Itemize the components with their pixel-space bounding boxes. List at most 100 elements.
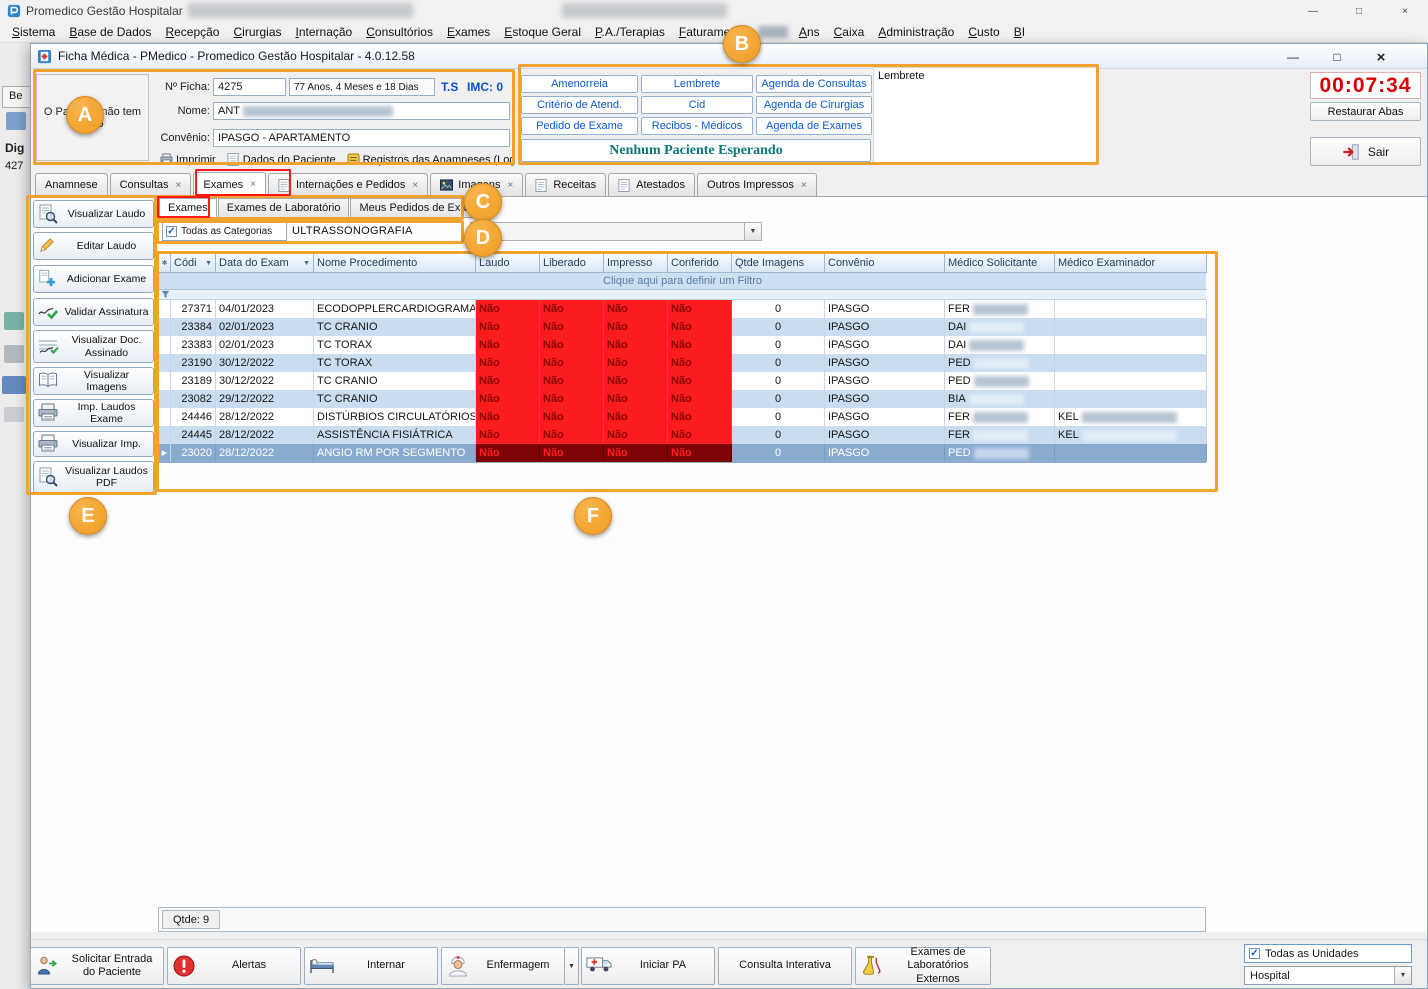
- cell-conferido: Não: [668, 336, 732, 354]
- tab-receitas[interactable]: Receitas: [525, 173, 607, 196]
- tab-anamnese[interactable]: Anamnese: [35, 173, 108, 196]
- quick-button-pedido-de-exame[interactable]: Pedido de Exame: [521, 117, 638, 135]
- tab-atestados[interactable]: Atestados: [608, 173, 696, 196]
- quick-button-agenda-de-exames[interactable]: Agenda de Exames: [756, 117, 872, 135]
- table-row[interactable]: ▶ 23020 28/12/2022 ANGIO RM POR SEGMENTO Não…: [159, 444, 1207, 462]
- table-row[interactable]: 24445 28/12/2022 ASSISTÊNCIA FISIÁTRICA Não…: [159, 426, 1207, 444]
- menu-item-consultorios[interactable]: Consultórios: [359, 24, 440, 40]
- category-combobox[interactable]: ▼: [470, 222, 762, 241]
- minimize-icon[interactable]: —: [1280, 50, 1306, 64]
- tab-internacoes-e-pedidos[interactable]: Internações e Pedidos ×: [267, 173, 429, 196]
- menu-item-custo[interactable]: Custo: [961, 24, 1006, 40]
- sidebar-button-visualizar-doc-assinado[interactable]: Visualizar Doc. Assinado: [33, 330, 154, 363]
- tab-close-icon[interactable]: ×: [412, 180, 418, 191]
- column-header-nome-procedimento[interactable]: Nome Procedimento: [314, 254, 476, 273]
- menu-item-recepcao[interactable]: Recepção: [158, 24, 226, 40]
- quick-button-cid[interactable]: Cid: [641, 96, 753, 114]
- unit-select[interactable]: Hospital ▼: [1244, 966, 1412, 985]
- subtab-exames[interactable]: Exames: [159, 198, 217, 218]
- menu-item-cirurgias[interactable]: Cirurgias: [226, 24, 288, 40]
- enfermagem-dropdown-arrow[interactable]: ▼: [565, 947, 579, 985]
- bottom-button-consulta-interativa[interactable]: Consulta Interativa: [718, 947, 852, 985]
- sidebar-button-visualizar-laudos-pdf[interactable]: Visualizar Laudos PDF: [33, 461, 154, 493]
- menu-item-estoque-geral[interactable]: Estoque Geral: [497, 24, 588, 40]
- subtab-meus-pedidos-de-exame[interactable]: Meus Pedidos de Exame: [350, 198, 491, 218]
- table-row[interactable]: 27371 04/01/2023 ECODOPPLERCARDIOGRAMA Não N…: [159, 300, 1207, 318]
- restaurar-abas-button[interactable]: Restaurar Abas: [1310, 102, 1421, 121]
- bottom-button-enfermagem[interactable]: Enfermagem: [441, 947, 565, 985]
- close-icon[interactable]: ×: [1368, 49, 1394, 66]
- table-row[interactable]: 23190 30/12/2022 TC TORAX Não Não Não Não 0 IPAS…: [159, 354, 1207, 372]
- quick-button-lembrete[interactable]: Lembrete: [641, 75, 753, 93]
- sair-button[interactable]: Sair: [1310, 137, 1421, 166]
- sidebar-button-visualizar-laudo[interactable]: Visualizar Laudo: [33, 200, 154, 228]
- menu-item-faturamento[interactable]: Faturamento: [672, 24, 754, 40]
- maximize-button[interactable]: □: [1336, 0, 1382, 22]
- tab-consultas[interactable]: Consultas ×: [109, 173, 192, 196]
- bottom-button-internar[interactable]: Internar: [304, 947, 438, 985]
- sidebar-button-visualizar-imp[interactable]: Visualizar Imp.: [33, 431, 154, 457]
- menu-item-caixa[interactable]: Caixa: [827, 24, 872, 40]
- todas-unidades-checkbox[interactable]: ✓ Todas as Unidades: [1244, 944, 1412, 963]
- quick-button-amenorreia[interactable]: Amenorreia: [521, 75, 638, 93]
- tab-close-icon[interactable]: ×: [250, 179, 256, 190]
- sidebar-button-visualizar-imagens[interactable]: Visualizar Imagens: [33, 367, 154, 395]
- cell-conferido: Não: [668, 318, 732, 336]
- menu-item-internacao[interactable]: Internação: [289, 24, 360, 40]
- close-button[interactable]: ×: [1382, 0, 1428, 22]
- dados-paciente-button[interactable]: Dados do Paciente: [227, 153, 343, 166]
- tab-exames[interactable]: Exames ×: [193, 172, 266, 196]
- bottom-button-iniciar-pa[interactable]: Iniciar PA: [581, 947, 715, 985]
- quick-button-recibos-medicos[interactable]: Recibos - Médicos: [641, 117, 753, 135]
- column-header-medico-solicitante[interactable]: Médico Solicitante: [945, 254, 1055, 273]
- ts-button[interactable]: T.S: [441, 80, 458, 94]
- ficha-input[interactable]: 4275: [213, 78, 286, 96]
- maximize-icon[interactable]: □: [1324, 50, 1350, 64]
- menu-item-administracao[interactable]: Administração: [871, 24, 961, 40]
- quick-button-criterio-de-atend[interactable]: Critério de Atend.: [521, 96, 638, 114]
- grid-filter-hint[interactable]: Clique aqui para definir um Filtro: [159, 273, 1206, 290]
- quick-button-agenda-de-consultas[interactable]: Agenda de Consultas: [756, 75, 872, 93]
- menu-item-ans[interactable]: Ans: [792, 24, 827, 40]
- column-header-convenio[interactable]: Convênio: [825, 254, 945, 273]
- menu-item-p-a-terapias[interactable]: P.A./Terapias: [588, 24, 672, 40]
- table-row[interactable]: 23384 02/01/2023 TC CRANIO Não Não Não Não 0 IPA…: [159, 318, 1207, 336]
- tab-close-icon[interactable]: ×: [801, 180, 807, 191]
- table-row[interactable]: 24446 28/12/2022 DISTÚRBIOS CIRCULATÓRIOS N…: [159, 408, 1207, 426]
- nome-input[interactable]: ANT: [213, 102, 510, 120]
- registros-anamneses-button[interactable]: Registros das Anamneses (Log: [347, 153, 523, 166]
- tab-close-icon[interactable]: ×: [176, 180, 182, 191]
- menu-item-base-de-dados[interactable]: Base de Dados: [62, 24, 158, 40]
- table-row[interactable]: 23383 02/01/2023 TC TORAX Não Não Não Não 0 IPAS…: [159, 336, 1207, 354]
- subtab-exames-de-laboratorio[interactable]: Exames de Laboratório: [217, 198, 350, 218]
- minimize-button[interactable]: —: [1290, 0, 1336, 22]
- column-header-qtde-imagens[interactable]: Qtde Imagens: [732, 254, 825, 273]
- column-header-laudo[interactable]: Laudo: [476, 254, 540, 273]
- sidebar-button-editar-laudo[interactable]: Editar Laudo: [33, 232, 154, 260]
- column-header-medico-examinador[interactable]: Médico Examinador: [1055, 254, 1207, 273]
- tab-outros-impressos[interactable]: Outros Impressos ×: [697, 173, 817, 196]
- sidebar-button-validar-assinatura[interactable]: Validar Assinatura: [33, 298, 154, 326]
- column-header-liberado[interactable]: Liberado: [540, 254, 604, 273]
- column-header-codi[interactable]: Códi ▼: [171, 254, 216, 273]
- convenio-input[interactable]: IPASGO - APARTAMENTO: [213, 129, 510, 147]
- sidebar-button-adicionar-exame[interactable]: Adicionar Exame: [33, 265, 154, 293]
- bottom-button-exames-de-laboratorios-externos[interactable]: Exames de Laboratórios Externos: [855, 946, 991, 985]
- menu-item-exames[interactable]: Exames: [440, 24, 497, 40]
- quick-button-agenda-de-cirurgias[interactable]: Agenda de Cirurgias: [756, 96, 872, 114]
- bottom-button-alertas[interactable]: Alertas: [167, 947, 301, 985]
- sidebar-button-imp-laudos-exame[interactable]: Imp. Laudos Exame: [33, 399, 154, 427]
- tab-imagens[interactable]: Imagens ×: [430, 173, 524, 196]
- menu-item-sistema[interactable]: Sistema: [5, 24, 62, 40]
- menu-item-bi[interactable]: BI: [1007, 24, 1032, 40]
- tab-close-icon[interactable]: ×: [507, 180, 513, 191]
- column-header-conferido[interactable]: Conferido: [668, 254, 732, 273]
- table-row[interactable]: 23082 29/12/2022 TC CRANIO Não Não Não Não 0 IPA…: [159, 390, 1207, 408]
- column-header-data-do-exam[interactable]: Data do Exam ▼: [216, 254, 314, 273]
- todas-categorias-checkbox[interactable]: ✓ Todas as Categorias: [162, 222, 287, 241]
- column-header-impresso[interactable]: Impresso: [604, 254, 668, 273]
- imprimir-button[interactable]: Imprimir: [160, 153, 223, 166]
- table-row[interactable]: 23189 30/12/2022 TC CRANIO Não Não Não Não 0 IPA…: [159, 372, 1207, 390]
- grid-filter-row[interactable]: [159, 290, 1206, 300]
- bottom-button-solicitar-entrada-do-paciente[interactable]: Solicitar Entrada do Paciente: [30, 947, 164, 985]
